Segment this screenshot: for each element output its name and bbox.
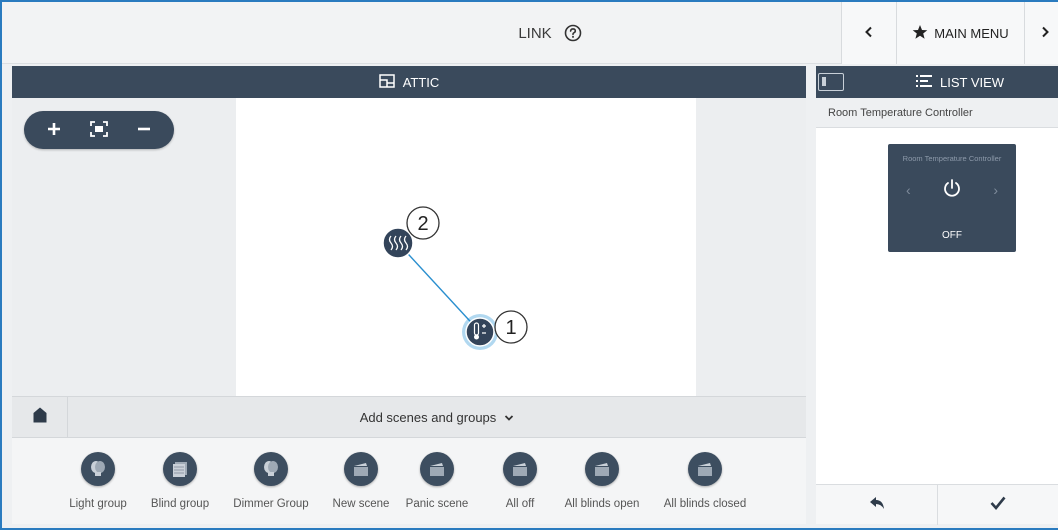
node-number-2: 2 (417, 213, 428, 235)
tray-item-light-group[interactable]: Light group (53, 452, 143, 510)
chevron-right-icon (1040, 26, 1050, 41)
power-icon[interactable] (942, 178, 962, 203)
tray-item-all-blinds-open[interactable]: All blinds open (557, 452, 647, 510)
list-icon (916, 74, 932, 90)
floor-plan-canvas[interactable]: 2 1 (236, 98, 696, 396)
tray-label: All off (505, 498, 535, 510)
room-header: ATTIC (12, 66, 806, 98)
tray-label: All blinds closed (663, 498, 747, 510)
heating-icon[interactable] (382, 227, 414, 259)
tray-label: Blind group (150, 498, 210, 510)
home-button[interactable] (12, 397, 68, 437)
checkmark-icon (990, 496, 1006, 515)
tray-label: Light group (69, 498, 127, 510)
scene-bar: Add scenes and groups (12, 396, 806, 438)
device-tile[interactable]: Room Temperature Controller ‹ › OFF (888, 144, 1016, 252)
main-menu-label: MAIN MENU (934, 25, 1009, 41)
chevron-down-icon (504, 410, 514, 425)
zoom-out-icon[interactable] (136, 119, 152, 141)
top-bar: LINK MAIN MENU (2, 2, 1058, 64)
floor-plan-panel: ATTIC 2 1 Add scenes and groups Light gr… (12, 66, 806, 524)
clapper-icon (420, 452, 454, 486)
next-button[interactable] (1024, 2, 1058, 64)
list-view-header: LIST VIEW (816, 66, 1058, 98)
device-row[interactable]: Room Temperature Controller (816, 98, 1058, 128)
tile-state: OFF (942, 230, 962, 241)
bulb-icon (254, 452, 288, 486)
tray-item-panic-scene[interactable]: Panic scene (392, 452, 482, 510)
prev-button[interactable] (841, 2, 896, 64)
tile-prev-arrow[interactable]: ‹ (906, 182, 911, 198)
clapper-icon (688, 452, 722, 486)
panel-actions (816, 484, 1058, 525)
scene-tray: Light group Blind group Dimmer Group New… (12, 438, 806, 524)
fit-screen-icon[interactable] (90, 119, 108, 141)
nav-buttons: MAIN MENU (841, 2, 1058, 64)
room-name: ATTIC (402, 74, 440, 90)
main-menu-button[interactable]: MAIN MENU (896, 2, 1024, 64)
star-icon (912, 24, 928, 43)
tray-label: Dimmer Group (233, 498, 309, 510)
zoom-in-icon[interactable] (46, 119, 62, 141)
house-icon (33, 407, 47, 428)
node-number-1: 1 (505, 317, 516, 339)
clapper-icon (585, 452, 619, 486)
add-scenes-toggle[interactable]: Add scenes and groups (68, 397, 806, 437)
tray-item-all-blinds-closed[interactable]: All blinds closed (660, 452, 750, 510)
thermostat-icon[interactable] (462, 314, 498, 350)
node-badge-1: 1 (494, 310, 528, 344)
tray-label: New scene (332, 498, 390, 510)
clapper-icon (503, 452, 537, 486)
back-button[interactable] (816, 485, 937, 525)
tile-name: Room Temperature Controller (902, 154, 1002, 163)
question-circle-icon[interactable] (564, 24, 582, 42)
confirm-button[interactable] (937, 485, 1058, 525)
chevron-left-icon (864, 26, 874, 41)
bulb-icon (81, 452, 115, 486)
clapper-icon (344, 452, 378, 486)
tray-item-blind-group[interactable]: Blind group (135, 452, 225, 510)
list-view-title[interactable]: LIST VIEW (916, 66, 1004, 98)
list-view-label: LIST VIEW (940, 74, 1005, 90)
tray-label: All blinds open (564, 498, 640, 510)
list-view-panel: LIST VIEW Room Temperature Controller Ro… (816, 66, 1058, 525)
link-line (397, 242, 481, 333)
tray-item-all-off[interactable]: All off (475, 452, 565, 510)
add-scenes-label: Add scenes and groups (359, 409, 497, 425)
tile-next-arrow[interactable]: › (993, 182, 998, 198)
device-name: Room Temperature Controller (828, 106, 973, 119)
reply-icon (869, 496, 885, 515)
blind-icon (163, 452, 197, 486)
floor-plan-icon (378, 73, 395, 91)
tray-item-dimmer-group[interactable]: Dimmer Group (226, 452, 316, 510)
tray-label: Panic scene (405, 498, 469, 510)
collapse-panel-icon[interactable] (818, 73, 844, 91)
zoom-controls (24, 111, 174, 149)
page-title: LINK (518, 24, 552, 42)
link-diagram: 2 1 (382, 206, 528, 350)
node-badge-2: 2 (406, 206, 440, 240)
